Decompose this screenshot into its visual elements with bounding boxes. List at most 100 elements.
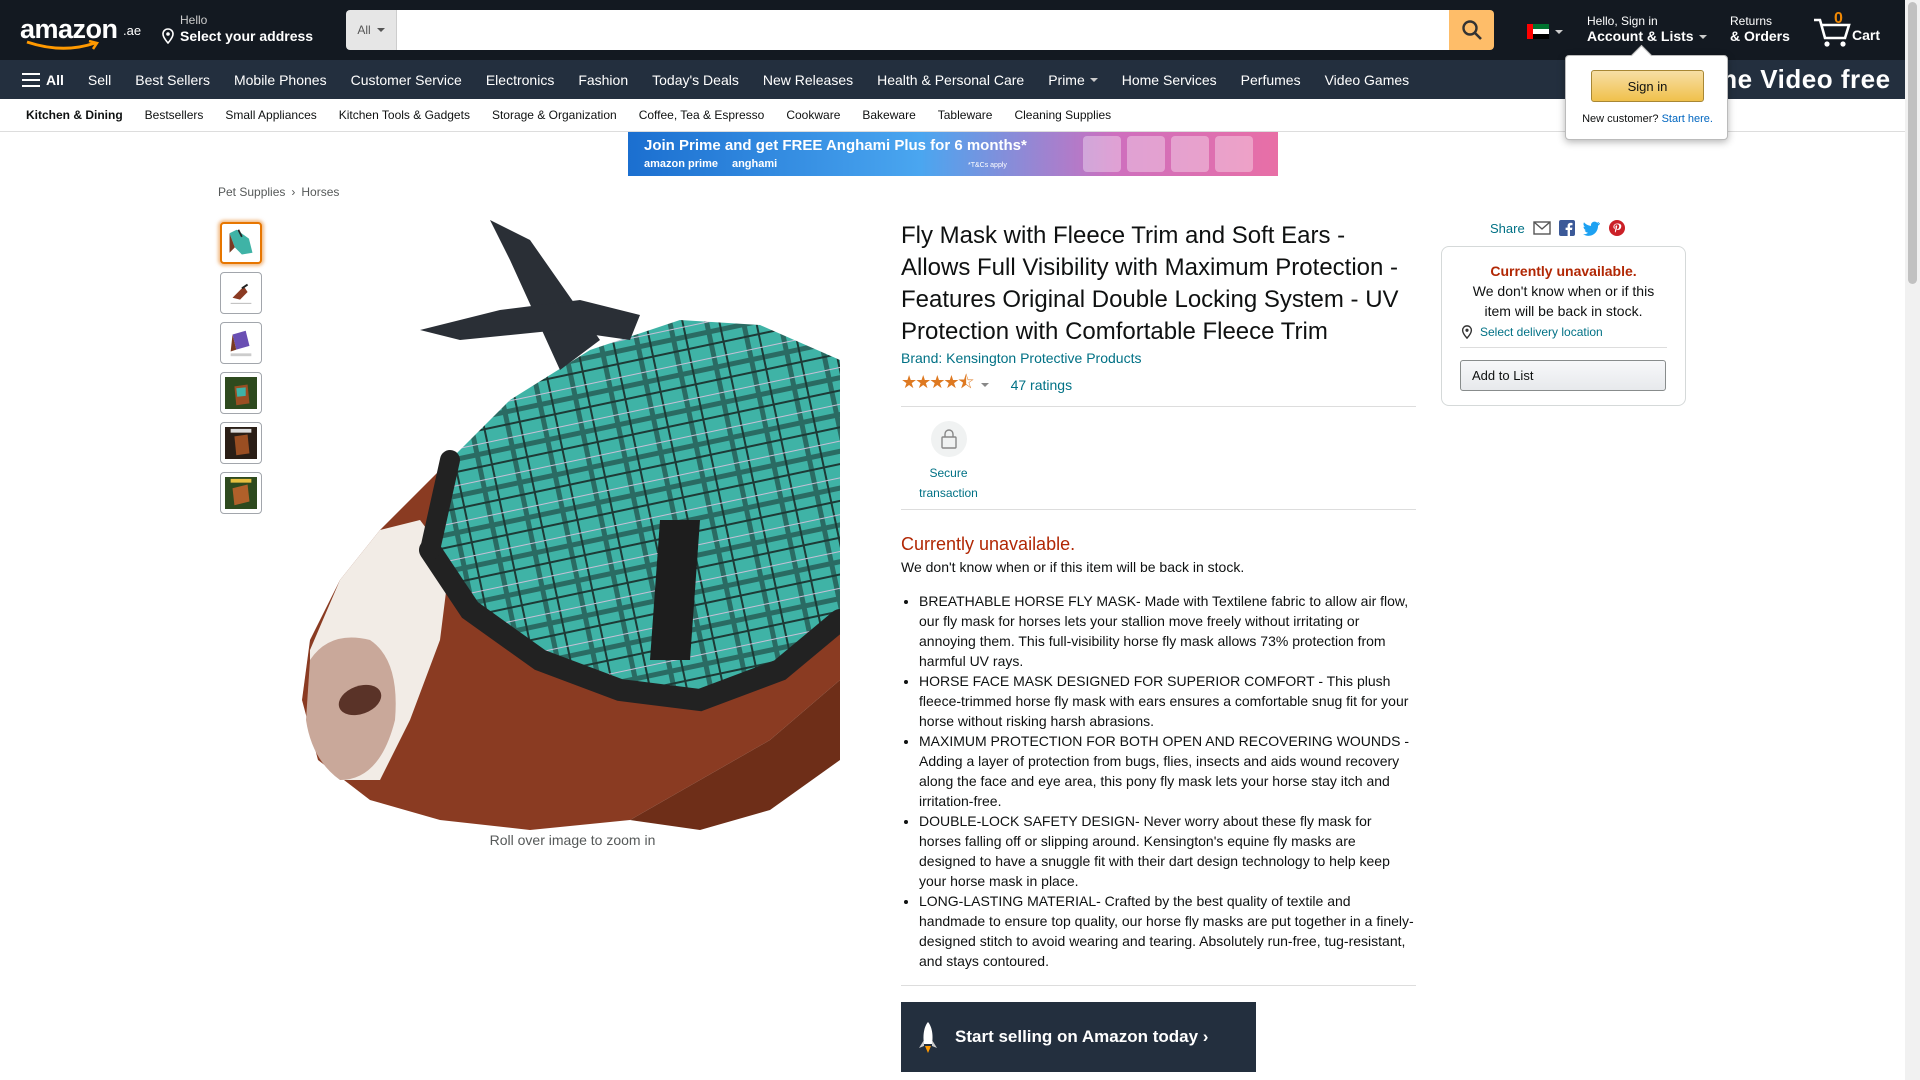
nav-item-prime[interactable]: Prime	[1036, 72, 1110, 88]
feature-bullet: MAXIMUM PROTECTION FOR BOTH OPEN AND REC…	[919, 731, 1416, 811]
nav-item-best-sellers[interactable]: Best Sellers	[123, 72, 222, 88]
nav-item-electronics[interactable]: Electronics	[474, 72, 566, 88]
ratings-count-link[interactable]: 47 ratings	[1011, 377, 1072, 393]
thumbnail-image	[229, 229, 253, 255]
twitter-icon[interactable]	[1582, 221, 1601, 236]
delivery-location-link[interactable]: Select delivery location	[1460, 325, 1667, 339]
nav-item-customer-service[interactable]: Customer Service	[339, 72, 474, 88]
prime-anghami-banner[interactable]: Join Prime and get FREE Anghami Plus for…	[628, 132, 1278, 176]
divider	[901, 406, 1416, 407]
scrollbar-thumb[interactable]	[1908, 2, 1917, 284]
nav-item-sell[interactable]: Sell	[76, 72, 123, 88]
search-button[interactable]	[1449, 10, 1494, 50]
feature-bullet: DOUBLE-LOCK SAFETY DESIGN- Never worry a…	[919, 811, 1416, 891]
account-menu[interactable]: Hello, Sign in Account & Lists	[1587, 14, 1707, 45]
address-hello: Hello	[180, 13, 208, 27]
thumbnail-1[interactable]	[220, 222, 262, 264]
nav-item-perfumes[interactable]: Perfumes	[1229, 72, 1313, 88]
divider	[901, 509, 1416, 510]
nav-item-new-releases[interactable]: New Releases	[751, 72, 865, 88]
search-input[interactable]	[397, 10, 1449, 50]
thumbnail-3[interactable]	[220, 322, 262, 364]
thumbnail-list	[220, 222, 262, 514]
brand-link[interactable]: Brand: Kensington Protective Products	[901, 350, 1416, 366]
breadcrumb-pet-supplies[interactable]: Pet Supplies	[218, 185, 285, 199]
chevron-down-icon	[1089, 77, 1098, 82]
signin-button[interactable]: Sign in	[1591, 70, 1704, 102]
returns-orders[interactable]: Returns & Orders	[1730, 14, 1790, 45]
start-selling-banner[interactable]: Start selling on Amazon today ›	[901, 1002, 1256, 1072]
availability-note: We don't know when or if this item will …	[901, 559, 1245, 575]
account-hello: Hello, Sign in	[1587, 14, 1658, 28]
account-label: Account & Lists	[1587, 28, 1694, 45]
share-label[interactable]: Share	[1490, 221, 1525, 236]
nav-item-mobile-phones[interactable]: Mobile Phones	[222, 72, 339, 88]
facebook-icon[interactable]	[1558, 220, 1575, 236]
chevron-down-icon	[376, 28, 385, 32]
search-icon	[1461, 20, 1482, 40]
pinterest-icon[interactable]	[1608, 220, 1625, 236]
subnav-kitchen-tools[interactable]: Kitchen Tools & Gadgets	[339, 108, 492, 122]
search-bar: All	[346, 10, 1494, 50]
amazon-logo[interactable]: amazon .ae	[20, 14, 142, 50]
cart-count: 0	[1834, 10, 1843, 27]
start-selling-label: Start selling on Amazon today ›	[955, 1027, 1209, 1046]
prime-video-promo[interactable]: me Video free	[1714, 64, 1891, 95]
banner-headline: Join Prime and get FREE Anghami Plus for…	[644, 137, 1027, 154]
subnav-cookware[interactable]: Cookware	[786, 108, 862, 122]
star-rating-icon[interactable]: ★★★★⯪	[901, 370, 975, 400]
page-scrollbar[interactable]	[1905, 0, 1920, 1080]
secure-transaction[interactable]: Secure transaction	[901, 421, 996, 503]
subnav-storage-organization[interactable]: Storage & Organization	[492, 108, 639, 122]
divider	[901, 985, 1416, 986]
chevron-down-icon[interactable]	[980, 383, 989, 387]
cart-button[interactable]: 0 Cart	[1812, 10, 1887, 50]
subnav-bestsellers[interactable]: Bestsellers	[145, 108, 226, 122]
cart-label: Cart	[1852, 27, 1881, 43]
email-icon[interactable]	[1533, 221, 1551, 235]
nav-item-health-personal-care[interactable]: Health & Personal Care	[865, 72, 1036, 88]
subnav-cleaning-supplies[interactable]: Cleaning Supplies	[1014, 108, 1133, 122]
nav-item-fashion[interactable]: Fashion	[566, 72, 640, 88]
zoom-hint: Roll over image to zoom in	[489, 832, 656, 848]
add-to-list-button[interactable]: Add to List	[1460, 360, 1666, 391]
breadcrumb: Pet Supplies › Horses	[218, 185, 339, 199]
thumbnail-5[interactable]	[220, 422, 262, 464]
rocket-icon	[919, 1022, 937, 1053]
subnav-coffee-tea[interactable]: Coffee, Tea & Espresso	[639, 108, 787, 122]
thumbnail-2[interactable]	[220, 272, 262, 314]
search-category-label: All	[357, 23, 371, 37]
banner-terms: *T&Cs apply	[968, 162, 1007, 169]
nav-item-video-games[interactable]: Video Games	[1313, 72, 1422, 88]
nav-item-home-services[interactable]: Home Services	[1110, 72, 1229, 88]
thumbnail-image	[225, 477, 257, 509]
location-pin-icon	[1461, 325, 1473, 339]
nav-item-todays-deals[interactable]: Today's Deals	[640, 72, 751, 88]
banner-photos	[1083, 136, 1253, 172]
subnav-tableware[interactable]: Tableware	[938, 108, 1015, 122]
availability-status: Currently unavailable.	[901, 534, 1076, 554]
buybox-availability-note: We don't know when or if this item will …	[1472, 283, 1655, 319]
product-main-image[interactable]	[300, 220, 840, 830]
top-nav: amazon .ae Hello Select your address All…	[0, 0, 1920, 60]
subnav-small-appliances[interactable]: Small Appliances	[225, 108, 338, 122]
feature-bullet: LONG-LASTING MATERIAL- Crafted by the be…	[919, 891, 1416, 971]
search-category-dropdown[interactable]: All	[346, 10, 397, 50]
language-selector[interactable]	[1527, 24, 1563, 39]
breadcrumb-horses[interactable]: Horses	[301, 185, 339, 199]
all-menu-button[interactable]: All	[22, 72, 76, 88]
subnav-bakeware[interactable]: Bakeware	[862, 108, 937, 122]
returns-line1: Returns	[1730, 14, 1773, 28]
new-customer-label: New customer?	[1582, 113, 1659, 125]
thumbnail-6[interactable]	[220, 472, 262, 514]
subnav-kitchen-dining[interactable]: Kitchen & Dining	[26, 108, 145, 122]
banner-brand-anghami: anghami	[731, 158, 778, 170]
start-here-link[interactable]: Start here.	[1662, 113, 1713, 125]
delivery-address[interactable]: Hello Select your address	[160, 13, 313, 44]
thumbnail-4[interactable]	[220, 372, 262, 414]
chevron-right-icon: ›	[291, 185, 296, 199]
feature-bullet: BREATHABLE HORSE FLY MASK- Made with Tex…	[919, 591, 1416, 671]
thumbnail-image	[225, 377, 257, 409]
logo-tld: .ae	[123, 23, 142, 38]
rating-row: ★★★★⯪ 47 ratings	[901, 370, 1416, 400]
